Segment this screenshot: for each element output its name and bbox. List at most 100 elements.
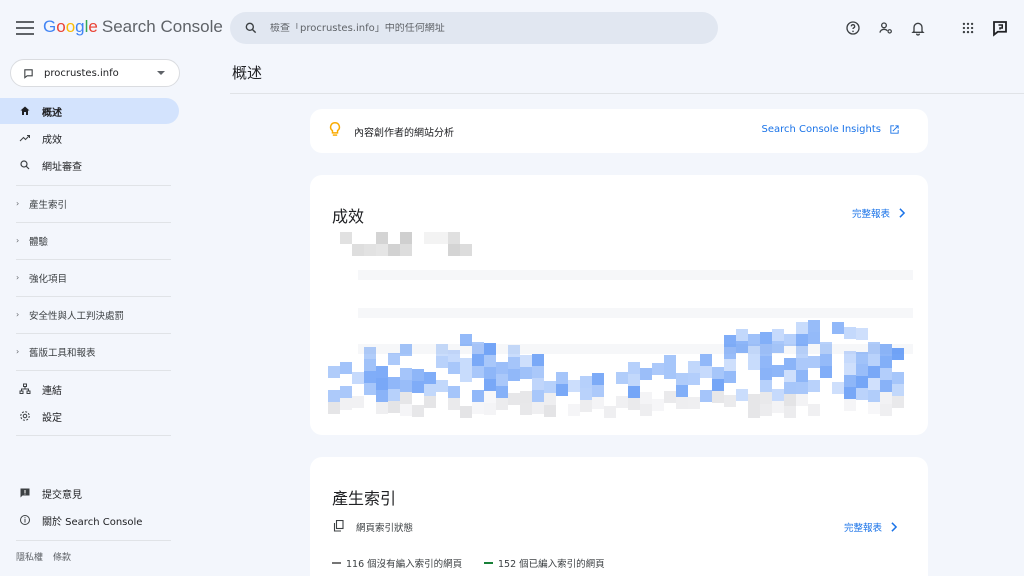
blur-pixel: [604, 406, 616, 418]
blur-pixel: [448, 362, 460, 374]
bell-icon[interactable]: [908, 18, 928, 38]
sidebar-item-about[interactable]: 關於 Search Console: [0, 507, 179, 533]
blur-pixel: [796, 322, 808, 334]
blur-pixel: [592, 397, 604, 409]
blur-pixel: [844, 327, 856, 339]
blur-pixel: [472, 342, 484, 354]
blur-pixel: [508, 357, 520, 369]
blur-pixel: [472, 354, 484, 366]
blur-pixel: [832, 322, 844, 334]
app-header: Google Search Console: [0, 0, 1024, 56]
sidebar-group-experience[interactable]: › 體驗: [16, 222, 171, 258]
blur-pixel: [640, 392, 652, 404]
blur-pixel: [352, 372, 364, 384]
blur-pixel: [328, 366, 340, 378]
sidebar-group-enhancements[interactable]: › 強化項目: [16, 259, 171, 295]
blur-pixel: [364, 371, 376, 383]
blur-pixel: [880, 392, 892, 404]
blur-pixel: [880, 344, 892, 356]
blur-pixel: [340, 232, 352, 244]
sidebar-item-feedback[interactable]: 提交意見: [0, 480, 179, 506]
sidebar-item-url-inspection[interactable]: 網址審查: [0, 152, 179, 178]
blur-pixel: [388, 401, 400, 413]
blur-pixel: [340, 362, 352, 374]
insights-link[interactable]: Search Console Insights: [761, 124, 900, 135]
indexing-subtitle: 網頁索引狀態: [356, 523, 414, 534]
trending-up-icon: [18, 131, 32, 145]
insights-card: 內容創作者的網站分析 Search Console Insights: [310, 109, 928, 153]
sidebar: procrustes.info 概述 成效 網址審查 › 產生索引 › 體驗 › 強化…: [0, 56, 190, 576]
chevron-right-icon: ›: [16, 347, 20, 356]
feedback-logo-icon[interactable]: [990, 18, 1010, 38]
blur-pixel: [436, 356, 448, 368]
manage-users-icon[interactable]: [876, 18, 896, 38]
blur-pixel: [796, 334, 808, 346]
blur-pixel: [676, 397, 688, 409]
blur-pixel: [376, 244, 388, 256]
blur-pixel: [652, 399, 664, 411]
sidebar-item-overview[interactable]: 概述: [0, 98, 179, 124]
blur-pixel: [520, 391, 532, 403]
blur-pixel: [808, 320, 820, 332]
blur-pixel: [364, 347, 376, 359]
sidebar-item-links[interactable]: 連結: [0, 376, 179, 402]
indexing-title: 產生索引: [332, 489, 397, 508]
sidebar-group-security[interactable]: › 安全性與人工判決處罰: [16, 296, 171, 332]
sidebar-item-settings[interactable]: 設定: [0, 403, 179, 429]
blur-pixel: [700, 354, 712, 366]
home-icon: [18, 104, 32, 118]
blur-pixel: [544, 393, 556, 405]
chevron-right-icon: ›: [16, 273, 20, 282]
blur-pixel: [628, 386, 640, 398]
blur-pixel: [784, 334, 796, 346]
blur-pixel: [712, 367, 724, 379]
blur-pixel: [496, 386, 508, 398]
blur-pixel: [616, 396, 628, 408]
sidebar-group-legacy[interactable]: › 舊版工具和報表: [16, 333, 171, 369]
open-in-new-icon: [890, 125, 899, 134]
performance-full-report-link[interactable]: 完整報表: [852, 206, 906, 220]
blur-pixel: [532, 366, 544, 378]
blur-pixel: [892, 384, 904, 396]
blur-pixel: [580, 400, 592, 412]
blur-pixel: [460, 370, 472, 382]
sidebar-item-label: 提交意見: [42, 489, 82, 501]
menu-icon[interactable]: [14, 17, 36, 39]
blur-pixel: [748, 358, 760, 370]
apps-grid-icon[interactable]: [958, 18, 978, 38]
blur-pixel: [784, 406, 796, 418]
blur-pixel: [892, 396, 904, 408]
search-bar[interactable]: [230, 12, 718, 44]
blur-pixel: [448, 350, 460, 362]
footer-links: 隱私權 條款: [16, 550, 71, 563]
help-icon[interactable]: [843, 18, 863, 38]
search-input[interactable]: [270, 22, 690, 34]
blur-pixel: [520, 355, 532, 367]
blur-pixel: [712, 391, 724, 403]
blur-pixel: [808, 380, 820, 392]
sidebar-item-performance[interactable]: 成效: [0, 125, 179, 151]
blur-pixel: [664, 391, 676, 403]
blur-pixel: [856, 388, 868, 400]
sidebar-group-indexing[interactable]: › 產生索引: [16, 185, 171, 221]
lightbulb-icon: [329, 122, 341, 136]
divider: [16, 540, 171, 541]
privacy-link[interactable]: 隱私權: [16, 550, 43, 563]
sidebar-item-label: 連結: [42, 385, 62, 397]
product-logo[interactable]: Google Search Console: [43, 17, 223, 37]
blur-pixel: [724, 335, 736, 347]
blur-pixel: [388, 389, 400, 401]
indexing-full-report-link[interactable]: 完整報表: [844, 520, 898, 534]
blur-pixel: [808, 332, 820, 344]
blur-pixel: [580, 388, 592, 400]
blur-pixel: [376, 402, 388, 414]
blur-pixel: [364, 383, 376, 395]
blur-pixel: [868, 402, 880, 414]
blur-pixel: [376, 232, 388, 244]
property-selector[interactable]: procrustes.info: [10, 59, 180, 87]
blur-pixel: [796, 358, 808, 370]
blur-pixel: [856, 328, 868, 340]
blur-pixel: [748, 346, 760, 358]
blur-pixel: [748, 406, 760, 418]
terms-link[interactable]: 條款: [53, 550, 71, 563]
